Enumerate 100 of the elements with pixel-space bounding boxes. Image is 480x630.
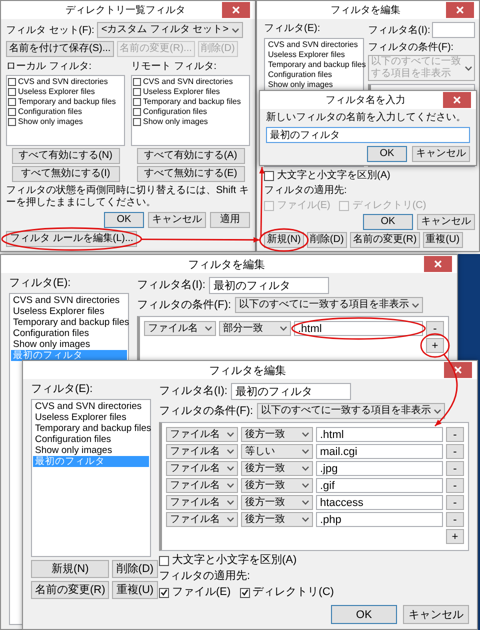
edit-rules-button[interactable]: フィルタ ルールを編集(L)... bbox=[6, 231, 138, 247]
match-dropdown[interactable]: 後方一致 bbox=[241, 495, 313, 510]
dialog-button[interactable]: OK bbox=[104, 212, 144, 228]
filter-item[interactable]: Temporary and backup files bbox=[33, 423, 149, 434]
remove-button[interactable]: - bbox=[446, 495, 464, 510]
filter-item[interactable]: Useless Explorer files bbox=[266, 50, 362, 60]
checkbox[interactable] bbox=[264, 170, 274, 180]
checkbox[interactable] bbox=[133, 88, 141, 96]
filter-item[interactable]: CVS and SVN directories bbox=[33, 401, 149, 412]
checkbox[interactable] bbox=[8, 118, 16, 126]
field-dropdown[interactable]: ファイル名 bbox=[166, 495, 238, 510]
match-dropdown[interactable]: 等しい bbox=[241, 444, 313, 459]
value-field[interactable]: .php bbox=[316, 512, 443, 527]
dialog-button[interactable]: キャンセル bbox=[403, 605, 469, 624]
filter-list-button[interactable]: 名前の変更(R) bbox=[350, 232, 420, 248]
filter-list-button[interactable]: 名前の変更(R) bbox=[31, 581, 110, 599]
toggle-all-button[interactable]: すべて無効にする(I) bbox=[12, 166, 120, 182]
condition-label: フィルタの条件(F): bbox=[368, 41, 454, 54]
filter-list-button[interactable]: 削除(D) bbox=[306, 232, 347, 248]
field-dropdown[interactable]: ファイル名 bbox=[166, 461, 238, 476]
condition-dropdown[interactable]: 以下のすべてに一致する項目を非表示 bbox=[257, 403, 446, 419]
remove-button[interactable]: - bbox=[446, 478, 464, 493]
match-dropdown[interactable]: 後方一致 bbox=[241, 512, 313, 527]
field-dropdown[interactable]: ファイル名 bbox=[166, 444, 238, 459]
dialog-button[interactable]: OK bbox=[331, 605, 397, 624]
checkbox[interactable] bbox=[133, 108, 141, 116]
dialog-button[interactable]: OK bbox=[363, 214, 413, 230]
dialog-button[interactable]: キャンセル bbox=[148, 212, 206, 228]
remove-button[interactable]: - bbox=[426, 321, 444, 336]
field-dropdown[interactable]: ファイル名 bbox=[144, 321, 216, 336]
filter-item[interactable]: Useless Explorer files bbox=[11, 306, 127, 317]
checkbox[interactable] bbox=[133, 78, 141, 86]
remove-button[interactable]: - bbox=[446, 427, 464, 442]
filter-set-dropdown[interactable]: <カスタム フィルタ セット> bbox=[97, 22, 243, 38]
checkbox[interactable] bbox=[8, 78, 16, 86]
checkbox[interactable] bbox=[8, 98, 16, 106]
toggle-all-button[interactable]: すべて有効にする(N) bbox=[12, 148, 120, 164]
toggle-all-button[interactable]: すべて無効にする(E) bbox=[136, 166, 244, 182]
filter-item[interactable]: Configuration files bbox=[11, 328, 127, 339]
caret-icon bbox=[302, 500, 309, 505]
filter-name-field[interactable] bbox=[432, 22, 475, 38]
filter-item[interactable]: Show only images bbox=[266, 80, 362, 90]
value-field[interactable]: .html bbox=[316, 427, 443, 442]
filter-list-button[interactable]: 新規(N) bbox=[31, 560, 110, 578]
filter-list-button[interactable]: 新規(N) bbox=[264, 232, 304, 248]
dialog-button[interactable]: 適用 bbox=[210, 212, 250, 228]
dialog-button[interactable]: OK bbox=[367, 146, 407, 162]
filter-item[interactable]: Useless Explorer files bbox=[33, 412, 149, 423]
dialog-button[interactable]: キャンセル bbox=[417, 214, 475, 230]
checkbox[interactable] bbox=[133, 98, 141, 106]
add-button[interactable]: + bbox=[446, 529, 464, 544]
checkbox[interactable] bbox=[159, 588, 169, 598]
filter-set-button[interactable]: 名前を付けて保存(S)... bbox=[6, 41, 114, 57]
remove-button[interactable]: - bbox=[446, 444, 464, 459]
checkbox[interactable] bbox=[240, 588, 250, 598]
filter-item[interactable]: Configuration files bbox=[266, 70, 362, 80]
field-dropdown[interactable]: ファイル名 bbox=[166, 427, 238, 442]
dialog-button[interactable]: キャンセル bbox=[412, 146, 470, 162]
filter-list-button[interactable]: 重複(U) bbox=[422, 232, 463, 248]
filter-name-field[interactable]: 最初のフィルタ bbox=[231, 383, 352, 400]
value-field[interactable]: .gif bbox=[316, 478, 443, 493]
checkbox[interactable] bbox=[133, 118, 141, 126]
add-button[interactable]: + bbox=[426, 338, 444, 353]
close-icon bbox=[453, 96, 461, 104]
checkbox[interactable] bbox=[159, 556, 169, 566]
toggle-all-button[interactable]: すべて有効にする(A) bbox=[136, 148, 244, 164]
close-button[interactable] bbox=[222, 2, 250, 18]
condition-dropdown[interactable]: 以下のすべてに一致する項目を非表示 bbox=[235, 297, 424, 313]
close-button[interactable] bbox=[446, 2, 474, 18]
filter-list-button[interactable]: 重複(U) bbox=[112, 581, 158, 599]
value-field[interactable]: mail.cgi bbox=[316, 444, 443, 459]
match-dropdown[interactable]: 部分一致 bbox=[219, 321, 291, 336]
filter-list-button[interactable]: 削除(D) bbox=[112, 560, 158, 578]
checkbox[interactable] bbox=[8, 88, 16, 96]
filter-item[interactable]: Show only images bbox=[11, 339, 127, 350]
field-dropdown[interactable]: ファイル名 bbox=[166, 512, 238, 527]
checkbox[interactable] bbox=[8, 108, 16, 116]
filter-name-field[interactable]: 最初のフィルタ bbox=[209, 277, 330, 294]
filter-item[interactable]: Configuration files bbox=[33, 434, 149, 445]
match-dropdown[interactable]: 後方一致 bbox=[241, 461, 313, 476]
filter-item[interactable]: CVS and SVN directories bbox=[266, 40, 362, 50]
condition-label: フィルタの条件(F): bbox=[137, 298, 232, 312]
filter-item[interactable]: CVS and SVN directories bbox=[11, 295, 127, 306]
match-dropdown[interactable]: 後方一致 bbox=[241, 427, 313, 442]
caret-icon bbox=[227, 449, 234, 454]
close-button[interactable] bbox=[443, 92, 471, 108]
field-dropdown[interactable]: ファイル名 bbox=[166, 478, 238, 493]
value-field[interactable]: .jpg bbox=[316, 461, 443, 476]
value-field[interactable]: htaccess bbox=[316, 495, 443, 510]
value-field[interactable]: .html bbox=[294, 321, 423, 336]
close-button[interactable] bbox=[444, 362, 472, 378]
filter-item[interactable]: Show only images bbox=[33, 445, 149, 456]
match-dropdown[interactable]: 後方一致 bbox=[241, 478, 313, 493]
filter-name-label: フィルタ名(I): bbox=[159, 385, 228, 398]
apply-target-label: ファイル(E) bbox=[172, 586, 231, 599]
remove-button[interactable]: - bbox=[446, 461, 464, 476]
filter-name-field[interactable]: 最初のフィルタ bbox=[266, 127, 470, 143]
remove-button[interactable]: - bbox=[446, 512, 464, 527]
filter-item[interactable]: Temporary and backup files bbox=[11, 317, 127, 328]
close-button[interactable] bbox=[424, 256, 452, 272]
